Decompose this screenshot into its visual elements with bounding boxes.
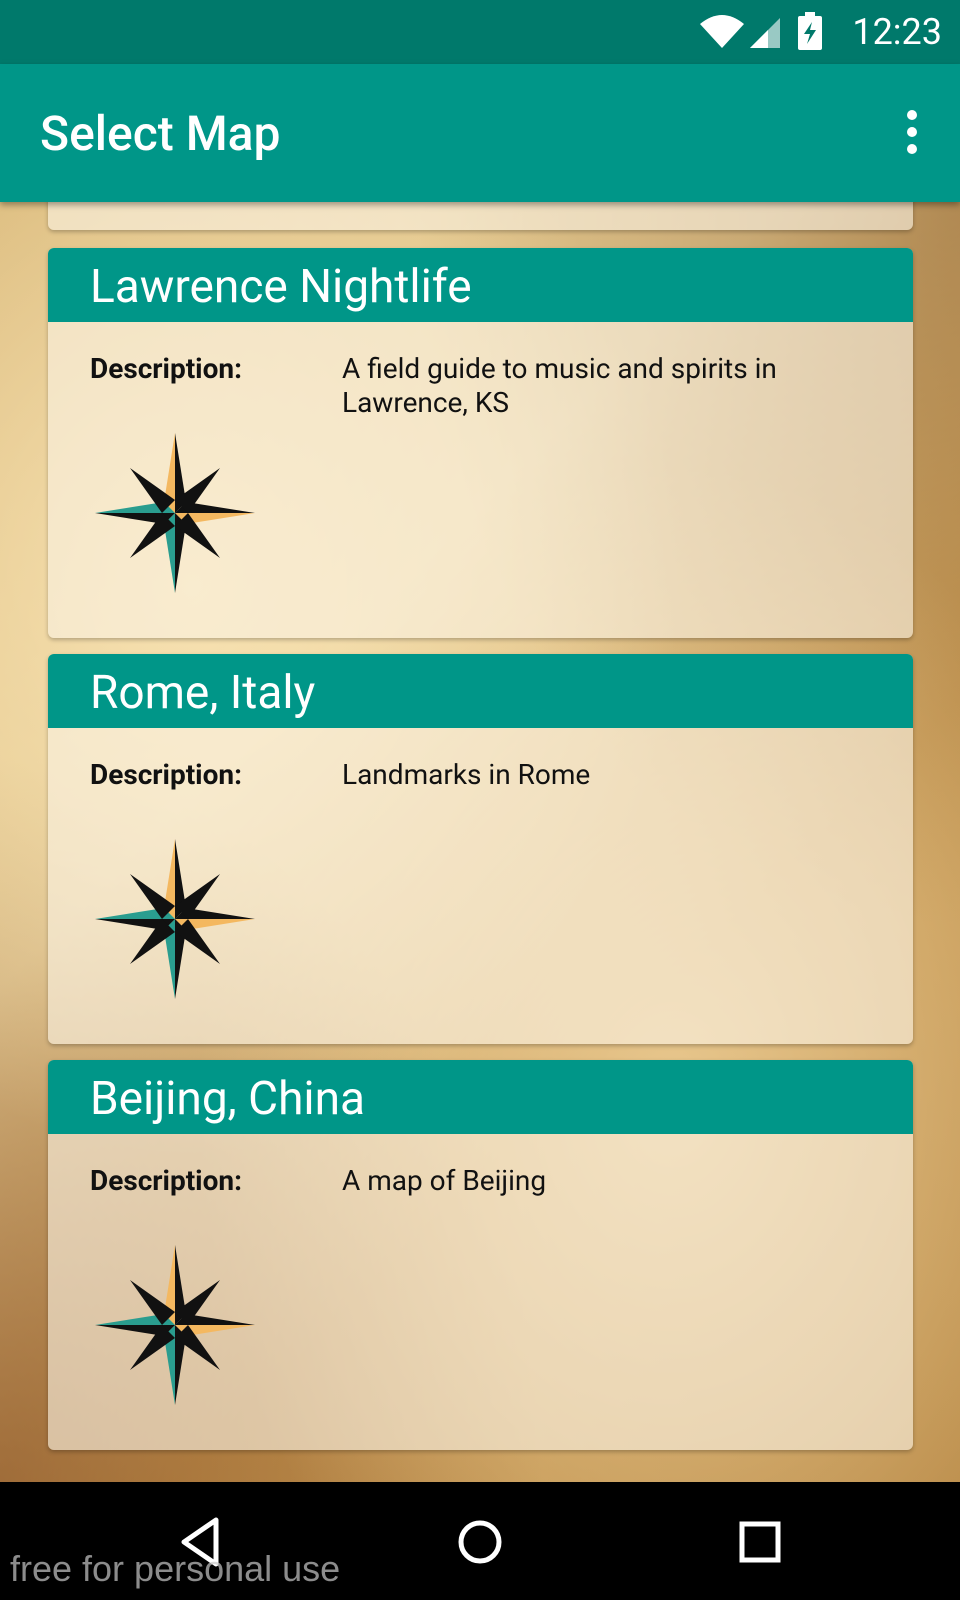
map-card[interactable]: Beijing, China Description: A map of Bei… xyxy=(48,1060,913,1450)
home-icon[interactable] xyxy=(450,1512,510,1572)
compass-rose-icon xyxy=(95,1245,255,1405)
map-card-title: Beijing, China xyxy=(48,1060,913,1134)
description-text: A map of Beijing xyxy=(342,1164,547,1197)
battery-charging-icon xyxy=(798,12,822,50)
map-card[interactable]: Rome, Italy Description: Landmarks in Ro… xyxy=(48,654,913,1044)
description-label: Description: xyxy=(90,352,242,385)
status-bar: 12:23 xyxy=(0,0,960,64)
recents-icon[interactable] xyxy=(730,1512,790,1572)
map-card[interactable]: Lawrence Nightlife Description: A field … xyxy=(48,248,913,638)
map-card-body: Description: Landmarks in Rome xyxy=(48,728,913,1044)
compass-rose-icon xyxy=(95,839,255,999)
map-card-partial[interactable] xyxy=(48,202,913,230)
page-title: Select Map xyxy=(40,105,281,162)
app-bar: Select Map xyxy=(0,64,960,202)
map-card-title: Rome, Italy xyxy=(48,654,913,728)
status-icons xyxy=(700,12,822,50)
watermark: free for personal use xyxy=(10,1548,341,1589)
overflow-menu-icon[interactable] xyxy=(898,106,926,162)
map-list[interactable]: Lawrence Nightlife Description: A field … xyxy=(0,202,960,1482)
cell-signal-icon xyxy=(750,18,780,48)
description-label: Description: xyxy=(90,758,242,791)
map-card-title: Lawrence Nightlife xyxy=(48,248,913,322)
description-text: A field guide to music and spirits in La… xyxy=(342,352,777,419)
wifi-icon xyxy=(700,15,744,48)
description-label: Description: xyxy=(90,1164,242,1197)
compass-rose-icon xyxy=(95,433,255,593)
map-card-body: Description: A map of Beijing xyxy=(48,1134,913,1450)
status-time: 12:23 xyxy=(852,11,942,53)
map-card-body: Description: A field guide to music and … xyxy=(48,322,913,638)
description-text: Landmarks in Rome xyxy=(342,758,591,791)
